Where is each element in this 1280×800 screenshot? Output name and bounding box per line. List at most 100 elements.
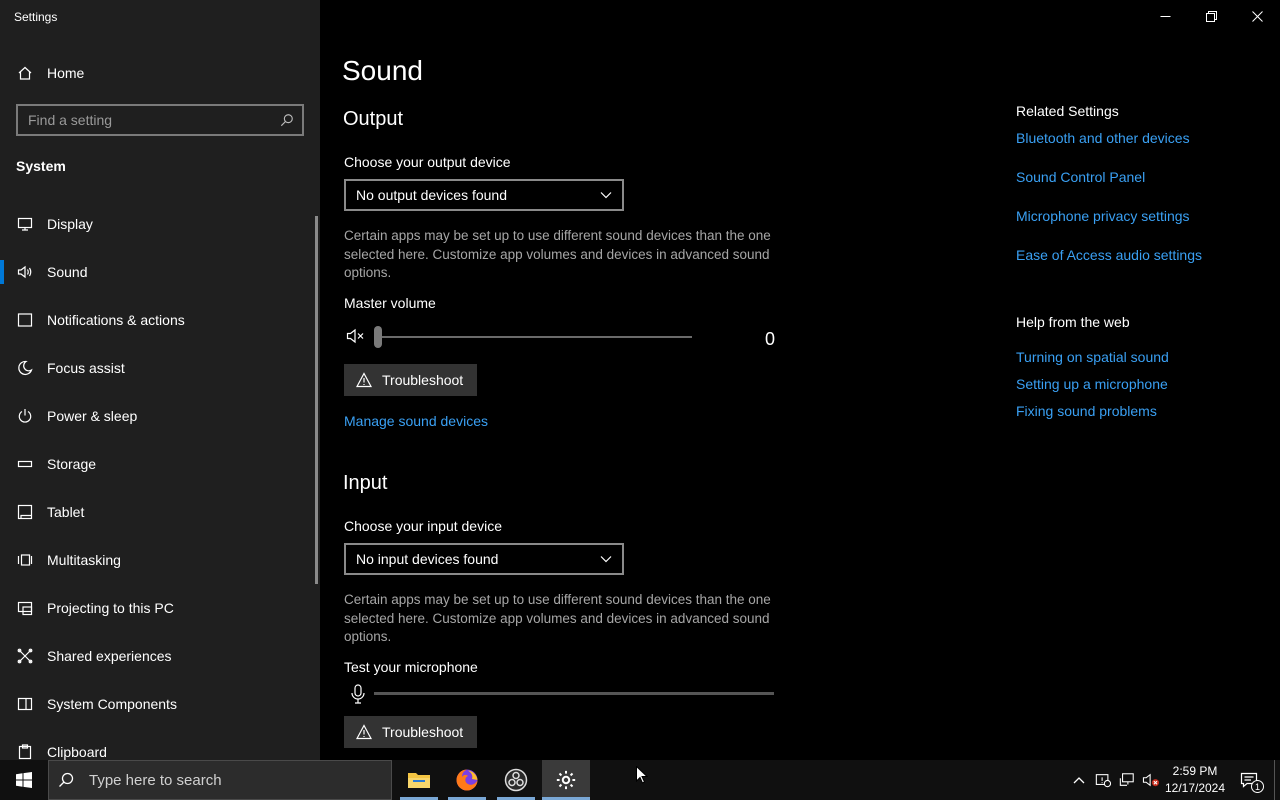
sidebar-item-display[interactable]: Display xyxy=(0,200,320,248)
search-icon xyxy=(49,772,83,788)
microphone-icon xyxy=(350,684,366,704)
sidebar-item-label: Focus assist xyxy=(47,360,125,376)
close-button[interactable] xyxy=(1234,0,1280,32)
monitor-icon xyxy=(16,215,34,233)
master-volume-track xyxy=(374,336,692,338)
input-device-value: No input devices found xyxy=(356,551,499,567)
volume-tray-button[interactable] xyxy=(1141,770,1161,790)
folder-icon xyxy=(408,773,430,788)
settings-app-button[interactable] xyxy=(542,760,590,800)
chevron-down-icon xyxy=(600,556,612,563)
manage-sound-devices-link[interactable]: Manage sound devices xyxy=(344,413,488,429)
output-heading: Output xyxy=(343,108,404,130)
sidebar-item-label: Projecting to this PC xyxy=(47,600,174,616)
sidebar-item-notifications[interactable]: Notifications & actions xyxy=(0,296,320,344)
sidebar-item-label: Shared experiences xyxy=(47,648,172,664)
restore-icon xyxy=(1205,10,1217,22)
search-icon[interactable] xyxy=(272,113,302,127)
microphone-privacy-link[interactable]: Microphone privacy settings xyxy=(1016,208,1190,224)
sidebar-item-power-sleep[interactable]: Power & sleep xyxy=(0,392,320,440)
spatial-sound-link[interactable]: Turning on spatial sound xyxy=(1016,349,1169,365)
chevron-down-icon xyxy=(600,192,612,199)
bluetooth-devices-link[interactable]: Bluetooth and other devices xyxy=(1016,130,1190,146)
restore-button[interactable] xyxy=(1188,0,1234,32)
output-device-dropdown[interactable]: No output devices found xyxy=(344,179,624,211)
sidebar-item-sound[interactable]: Sound xyxy=(0,248,320,296)
taskbar-search-input[interactable] xyxy=(83,771,391,789)
taskbar-search-box[interactable] xyxy=(48,760,392,800)
tray-app-icon[interactable] xyxy=(1093,770,1113,790)
find-setting-search[interactable] xyxy=(16,104,304,136)
sidebar-item-shared-experiences[interactable]: Shared experiences xyxy=(0,632,320,680)
sidebar-section-system: System xyxy=(16,158,66,174)
sidebar-item-label: System Components xyxy=(47,696,177,712)
sidebar-item-label: Power & sleep xyxy=(47,408,138,424)
input-note: Certain apps may be set up to use differ… xyxy=(344,592,771,644)
output-device-label: Choose your output device xyxy=(344,154,511,170)
taskbar-clock[interactable]: 2:59 PM 12/17/2024 xyxy=(1160,763,1230,797)
fixing-sound-link[interactable]: Fixing sound problems xyxy=(1016,403,1157,419)
chevron-up-icon xyxy=(1073,777,1085,784)
master-volume-slider[interactable] xyxy=(374,326,694,348)
input-heading: Input xyxy=(343,472,388,494)
clipboard-icon xyxy=(16,743,34,760)
network-icon xyxy=(1119,773,1134,786)
notification-count-badge: 1 xyxy=(1251,780,1264,793)
firefox-icon xyxy=(456,769,478,791)
input-device-label: Choose your input device xyxy=(344,518,502,534)
sidebar-scrollbar[interactable] xyxy=(315,216,318,584)
page-title: Sound xyxy=(342,55,423,86)
input-device-dropdown[interactable]: No input devices found xyxy=(344,543,624,575)
mouse-cursor-icon xyxy=(636,766,648,784)
master-volume-thumb[interactable] xyxy=(374,326,382,348)
action-center-button[interactable]: 1 xyxy=(1238,770,1264,793)
projector-icon xyxy=(16,599,34,617)
start-button[interactable] xyxy=(0,760,48,800)
minimize-icon xyxy=(1160,15,1170,17)
show-hidden-icons-button[interactable] xyxy=(1069,770,1089,790)
output-troubleshoot-button[interactable]: Troubleshoot xyxy=(344,364,478,396)
shared-icon xyxy=(16,647,34,665)
windows-logo-icon xyxy=(16,772,32,788)
sound-settings-page: Sound Output Choose your output device N… xyxy=(320,0,1280,760)
moon-icon xyxy=(16,359,34,377)
clock-time: 2:59 PM xyxy=(1172,764,1218,778)
close-icon xyxy=(1251,10,1263,22)
storage-icon xyxy=(16,455,34,473)
settings-sidebar: Settings Home System Display Sound Notif… xyxy=(0,0,320,760)
sidebar-item-clipboard[interactable]: Clipboard xyxy=(0,728,320,760)
microphone-level-meter xyxy=(374,692,774,695)
volume-muted-icon[interactable] xyxy=(346,327,366,345)
master-volume-value: 0 xyxy=(764,329,775,349)
warning-icon xyxy=(356,724,372,740)
setup-microphone-link[interactable]: Setting up a microphone xyxy=(1016,376,1168,392)
sidebar-item-storage[interactable]: Storage xyxy=(0,440,320,488)
sidebar-nav-list: Display Sound Notifications & actions Fo… xyxy=(0,200,320,760)
firefox-button[interactable] xyxy=(444,760,490,800)
output-note: Certain apps may be set up to use differ… xyxy=(344,228,771,280)
obs-studio-button[interactable] xyxy=(493,760,539,800)
tablet-icon xyxy=(16,503,34,521)
test-microphone-label: Test your microphone xyxy=(344,659,478,675)
sidebar-item-projecting[interactable]: Projecting to this PC xyxy=(0,584,320,632)
components-icon xyxy=(16,695,34,713)
sidebar-item-label: Clipboard xyxy=(47,744,107,760)
minimize-button[interactable] xyxy=(1142,0,1188,32)
show-desktop-button[interactable] xyxy=(1274,760,1275,800)
sidebar-item-focus-assist[interactable]: Focus assist xyxy=(0,344,320,392)
sidebar-item-tablet[interactable]: Tablet xyxy=(0,488,320,536)
ease-of-access-audio-link[interactable]: Ease of Access audio settings xyxy=(1016,247,1202,263)
sidebar-item-label: Tablet xyxy=(47,504,85,520)
sidebar-item-label: Display xyxy=(47,216,93,232)
input-troubleshoot-button[interactable]: Troubleshoot xyxy=(344,716,478,748)
sidebar-item-system-components[interactable]: System Components xyxy=(0,680,320,728)
sidebar-item-label: Storage xyxy=(47,456,97,472)
sound-control-panel-link[interactable]: Sound Control Panel xyxy=(1016,169,1145,185)
sidebar-item-multitasking[interactable]: Multitasking xyxy=(0,536,320,584)
output-device-value: No output devices found xyxy=(356,187,507,203)
clock-date: 12/17/2024 xyxy=(1164,781,1226,795)
file-explorer-button[interactable] xyxy=(396,760,442,800)
find-setting-input[interactable] xyxy=(18,106,272,134)
network-tray-button[interactable] xyxy=(1117,770,1137,790)
sidebar-item-home[interactable]: Home xyxy=(0,58,320,88)
